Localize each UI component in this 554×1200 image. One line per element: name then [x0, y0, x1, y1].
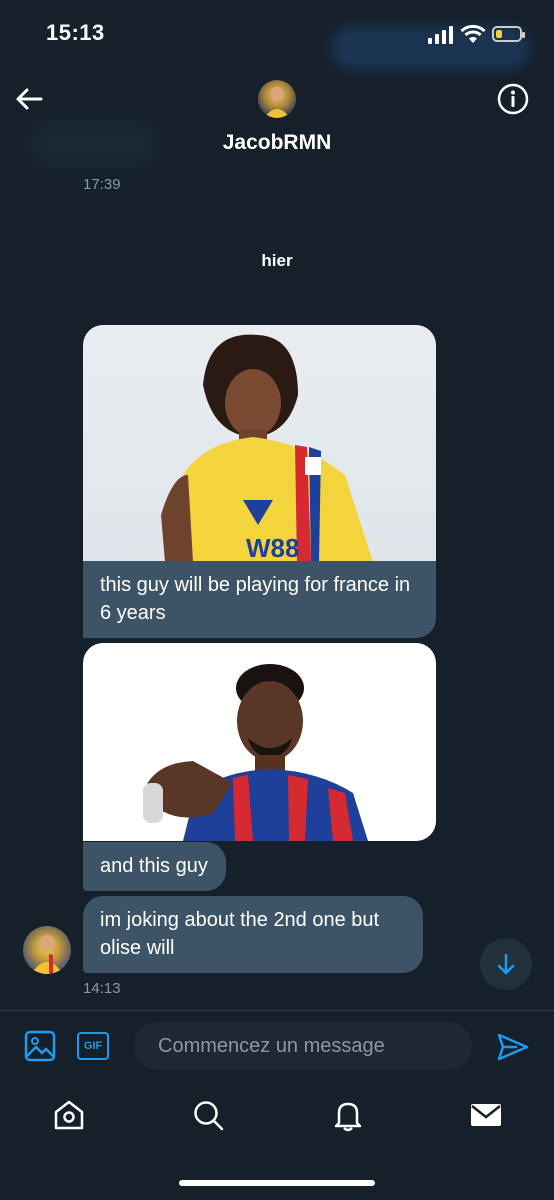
signal-icon: [428, 26, 454, 44]
conversation-username[interactable]: JacobRMN: [0, 131, 554, 155]
message-bubble[interactable]: this guy will be playing for france in 6…: [83, 561, 436, 638]
battery-icon: [492, 26, 525, 42]
sender-avatar[interactable]: [23, 926, 71, 974]
day-separator: hier: [261, 251, 293, 270]
jersey-sponsor-text: W88: [246, 533, 299, 562]
message-image-player-1[interactable]: W88: [83, 325, 436, 562]
header-avatar[interactable]: [258, 80, 296, 118]
message-time: 14:13: [83, 980, 121, 997]
message-input[interactable]: [134, 1022, 472, 1070]
image-icon[interactable]: [24, 1030, 56, 1062]
back-arrow-icon[interactable]: [14, 84, 44, 114]
gif-button[interactable]: GIF: [77, 1032, 109, 1060]
notifications-icon[interactable]: [331, 1098, 365, 1132]
home-icon[interactable]: [52, 1098, 86, 1132]
search-icon[interactable]: [191, 1098, 225, 1132]
composer-divider: [0, 1010, 554, 1011]
messages-icon[interactable]: [469, 1098, 503, 1132]
home-indicator: [179, 1180, 375, 1186]
send-icon[interactable]: [497, 1032, 529, 1062]
wifi-icon: [460, 23, 486, 45]
previous-message-time: 17:39: [83, 176, 121, 193]
info-icon[interactable]: [497, 83, 529, 115]
status-time: 15:13: [46, 20, 105, 45]
message-bubble[interactable]: and this guy: [83, 842, 226, 891]
scroll-to-bottom-button[interactable]: [480, 938, 532, 990]
message-image-player-2[interactable]: [83, 643, 436, 841]
message-bubble[interactable]: im joking about the 2nd one but olise wi…: [83, 896, 423, 973]
